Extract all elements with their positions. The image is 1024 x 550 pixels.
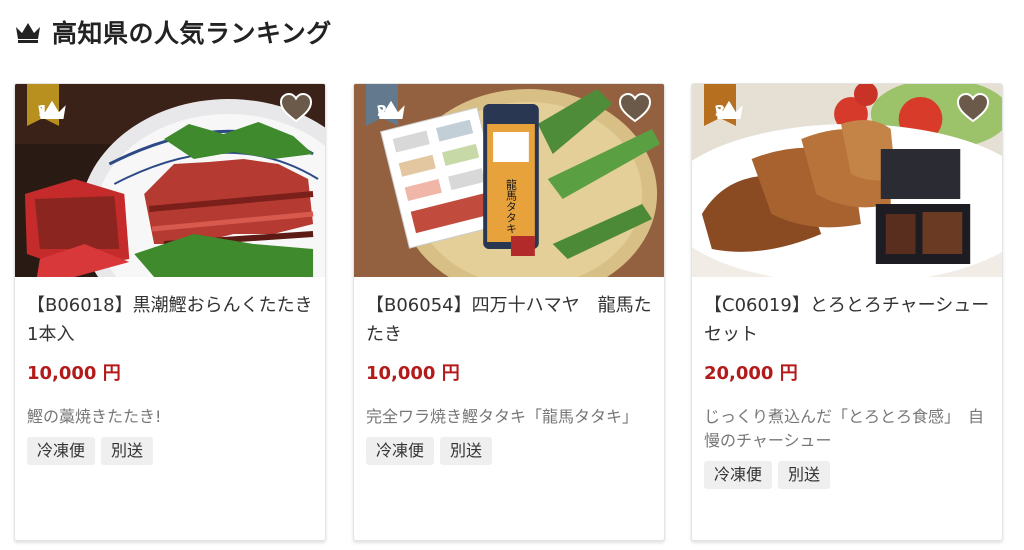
tag-separate: 別送 <box>440 437 493 465</box>
rank-badge: 3 <box>704 84 743 126</box>
product-price: 20,000 円 <box>704 363 798 384</box>
section-header: 高知県の人気ランキング <box>14 12 332 52</box>
favorite-button[interactable] <box>279 92 313 124</box>
rank-badge: 2 <box>366 84 405 126</box>
tag-frozen: 冷凍便 <box>27 437 96 465</box>
heart-icon <box>956 92 990 123</box>
product-name[interactable]: 【C06019】とろとろチャーシューセット <box>704 291 990 349</box>
tag-frozen: 冷凍便 <box>704 461 773 489</box>
product-image[interactable]: 3 <box>692 84 1002 277</box>
product-price: 10,000 円 <box>27 363 121 384</box>
tag-separate: 別送 <box>101 437 154 465</box>
product-card[interactable]: 3 【C06019】とろとろチャーシューセット 20,000 円 じっくり煮込ん… <box>691 83 1003 541</box>
section-title: 高知県の人気ランキング <box>52 19 332 48</box>
tag-list: 冷凍便 別送 <box>27 437 313 465</box>
tag-separate: 別送 <box>778 461 831 489</box>
heart-icon <box>618 92 652 123</box>
tag-list: 冷凍便 別送 <box>366 437 652 465</box>
heart-icon <box>279 92 313 123</box>
tag-list: 冷凍便 別送 <box>704 461 990 489</box>
product-card[interactable]: 龍馬タタキ 2 【B06054】四万十ハマヤ 龍馬たたき 10,000 円 完全… <box>353 83 665 541</box>
favorite-button[interactable] <box>618 92 652 124</box>
product-price: 10,000 円 <box>366 363 460 384</box>
product-image[interactable]: 1 <box>15 84 325 277</box>
crown-icon <box>16 23 40 43</box>
favorite-button[interactable] <box>956 92 990 124</box>
product-description: 完全ワラ焼き鰹タタキ「龍馬タタキ」 <box>366 407 639 426</box>
tag-frozen: 冷凍便 <box>366 437 435 465</box>
product-image[interactable]: 龍馬タタキ 2 <box>354 84 664 277</box>
product-description: じっくり煮込んだ「とろとろ食感」 自慢のチャーシュー <box>704 407 985 450</box>
product-card-list: 1 【B06018】黒潮鰹おらんくたたき1本入 10,000 円 鰹の藁焼きたた… <box>14 83 1010 543</box>
ranking-section: 高知県の人気ランキング 1 【B06018】黒潮鰹おらんくたたき1本入 10,0… <box>0 0 1024 550</box>
rank-badge: 1 <box>27 84 66 126</box>
product-name[interactable]: 【B06054】四万十ハマヤ 龍馬たたき <box>366 291 652 349</box>
product-card[interactable]: 1 【B06018】黒潮鰹おらんくたたき1本入 10,000 円 鰹の藁焼きたた… <box>14 83 326 541</box>
package-label: 龍馬タタキ <box>505 178 518 234</box>
product-description: 鰹の藁焼きたたき! <box>27 407 162 426</box>
product-name[interactable]: 【B06018】黒潮鰹おらんくたたき1本入 <box>27 291 313 349</box>
